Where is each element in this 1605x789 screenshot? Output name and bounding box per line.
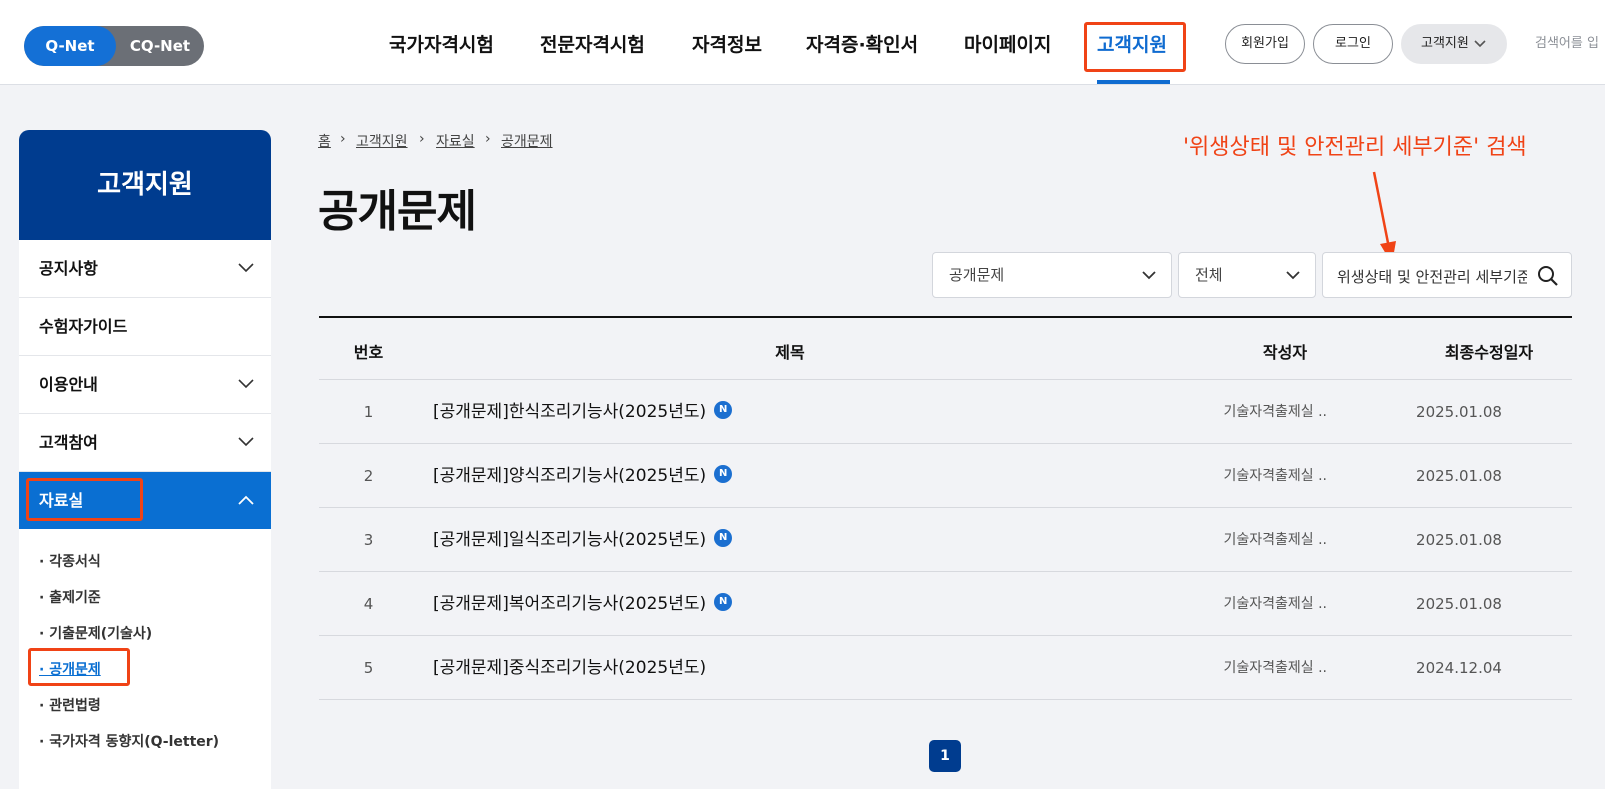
nav-national-exam[interactable]: 국가자격시험 — [389, 0, 494, 85]
signup-button[interactable]: 회원가입 — [1225, 24, 1305, 64]
row-author: 기술자격출제실 .. — [1223, 532, 1327, 548]
cqnet-toggle-option[interactable]: CQ-Net — [116, 26, 204, 66]
new-badge: N — [714, 401, 733, 419]
row-date: 2025.01.08 — [1416, 403, 1502, 421]
row-title[interactable]: [공개문제]중식조리기능사(2025년도) — [433, 636, 706, 700]
sidebar-item-usage[interactable]: 이용안내 — [19, 356, 271, 414]
sidebar-item-participation[interactable]: 고객참여 — [19, 414, 271, 472]
login-button[interactable]: 로그인 — [1313, 24, 1393, 64]
scope-select[interactable]: 전체 — [1178, 252, 1316, 298]
nav-professional-exam[interactable]: 전문자격시험 — [540, 0, 645, 85]
sidebar-item-notice[interactable]: 공지사항 — [19, 240, 271, 298]
row-number: 4 — [363, 595, 374, 613]
submenu-past-exams[interactable]: · 기출문제(기술사) — [39, 623, 152, 643]
row-number: 5 — [363, 659, 374, 677]
category-select[interactable]: 공개문제 — [932, 252, 1172, 298]
row-title-text[interactable]: [공개문제]양식조리기능사(2025년도) — [433, 466, 706, 486]
row-author: 기술자격출제실 .. — [1223, 404, 1327, 420]
row-author: 기술자격출제실 .. — [1223, 660, 1327, 676]
row-number: 2 — [363, 467, 374, 485]
annotation-text: '위생상태 및 안전관리 세부기준' 검색 — [1183, 135, 1527, 160]
nav-certificate[interactable]: 자격증·확인서 — [806, 0, 918, 85]
sidebar-item-label: 고객참여 — [39, 433, 98, 452]
table-row[interactable]: 2 [공개문제]양식조리기능사(2025년도) N 기술자격출제실 .. 2025… — [319, 444, 1572, 508]
highlight-box-archive — [26, 478, 143, 521]
row-number: 1 — [363, 403, 374, 421]
table-row[interactable]: 3 [공개문제]일식조리기능사(2025년도) N 기술자격출제실 .. 2025… — [319, 508, 1572, 572]
highlight-box-submenu — [28, 648, 130, 686]
row-author: 기술자격출제실 .. — [1223, 596, 1327, 612]
breadcrumb-separator-icon: › — [340, 131, 346, 147]
row-title[interactable]: [공개문제]양식조리기능사(2025년도) N — [433, 444, 733, 508]
category-select-value: 공개문제 — [949, 266, 1005, 284]
search-box — [1322, 252, 1572, 298]
row-date: 2025.01.08 — [1416, 467, 1502, 485]
row-date: 2024.12.04 — [1416, 659, 1502, 677]
chevron-down-icon — [1142, 271, 1156, 280]
sidebar-item-label: 이용안내 — [39, 375, 98, 394]
row-title-text[interactable]: [공개문제]중식조리기능사(2025년도) — [433, 658, 706, 678]
breadcrumb-archive[interactable]: 자료실 — [436, 131, 475, 151]
new-badge: N — [714, 529, 733, 547]
sidebar-item-label: 수험자가이드 — [39, 317, 128, 336]
page-title: 공개문제 — [318, 186, 477, 237]
breadcrumb-separator-icon: › — [485, 131, 491, 147]
new-badge: N — [714, 593, 733, 611]
row-number: 3 — [363, 531, 374, 549]
search-input[interactable] — [1337, 265, 1527, 287]
submenu-q-letter[interactable]: · 국가자격 동향지(Q-letter) — [39, 731, 219, 751]
chevron-down-icon — [1474, 39, 1486, 47]
row-title-text[interactable]: [공개문제]한식조리기능사(2025년도) — [433, 402, 706, 422]
chevron-down-icon — [1286, 271, 1300, 280]
chevron-up-icon — [238, 495, 254, 505]
table-header-row — [319, 316, 1572, 380]
breadcrumb-current[interactable]: 공개문제 — [501, 131, 553, 151]
sidebar-item-guide[interactable]: 수험자가이드 — [19, 298, 271, 356]
breadcrumb-home[interactable]: 홈 — [318, 131, 331, 151]
nav-mypage[interactable]: 마이페이지 — [964, 0, 1051, 85]
row-author: 기술자격출제실 .. — [1223, 468, 1327, 484]
breadcrumb-support[interactable]: 고객지원 — [356, 131, 408, 151]
search-icon[interactable] — [1537, 265, 1559, 287]
table-row[interactable]: 5 [공개문제]중식조리기능사(2025년도) 기술자격출제실 .. 2024.… — [319, 636, 1572, 700]
table-row[interactable]: 4 [공개문제]복어조리기능사(2025년도) N 기술자격출제실 .. 2025… — [319, 572, 1572, 636]
row-title[interactable]: [공개문제]한식조리기능사(2025년도) N — [433, 380, 733, 444]
row-title[interactable]: [공개문제]복어조리기능사(2025년도) N — [433, 572, 733, 636]
nav-active-indicator — [1097, 80, 1170, 84]
row-title-text[interactable]: [공개문제]일식조리기능사(2025년도) — [433, 530, 706, 550]
pagination-page-1[interactable]: 1 — [929, 740, 961, 772]
highlight-box-nav — [1084, 22, 1186, 72]
chevron-down-icon — [238, 437, 254, 447]
support-dropdown-label: 고객지원 — [1421, 36, 1469, 51]
submenu-criteria[interactable]: · 출제기준 — [39, 587, 101, 607]
scope-select-value: 전체 — [1195, 266, 1223, 284]
sidebar-item-label: 공지사항 — [39, 259, 98, 278]
submenu-laws[interactable]: · 관련법령 — [39, 695, 101, 715]
submenu-forms[interactable]: · 각종서식 — [39, 551, 101, 571]
net-toggle[interactable]: Q-Net CQ-Net — [24, 26, 204, 66]
row-title[interactable]: [공개문제]일식조리기능사(2025년도) N — [433, 508, 733, 572]
row-date: 2025.01.08 — [1416, 531, 1502, 549]
row-date: 2025.01.08 — [1416, 595, 1502, 613]
nav-qualification-info[interactable]: 자격정보 — [692, 0, 762, 85]
top-header: Q-Net CQ-Net 국가자격시험 전문자격시험 자격정보 자격증·확인서 … — [0, 0, 1605, 85]
support-dropdown-button[interactable]: 고객지원 — [1401, 24, 1507, 64]
qnet-toggle-option[interactable]: Q-Net — [24, 26, 116, 66]
chevron-down-icon — [238, 263, 254, 273]
table-row[interactable]: 1 [공개문제]한식조리기능사(2025년도) N 기술자격출제실 .. 2025… — [319, 380, 1572, 444]
breadcrumb-separator-icon: › — [419, 131, 425, 147]
header-search-hint[interactable]: 검색어를 입 — [1535, 24, 1599, 64]
row-title-text[interactable]: [공개문제]복어조리기능사(2025년도) — [433, 594, 706, 614]
new-badge: N — [714, 465, 733, 483]
chevron-down-icon — [238, 379, 254, 389]
sidebar-title: 고객지원 — [19, 130, 271, 240]
